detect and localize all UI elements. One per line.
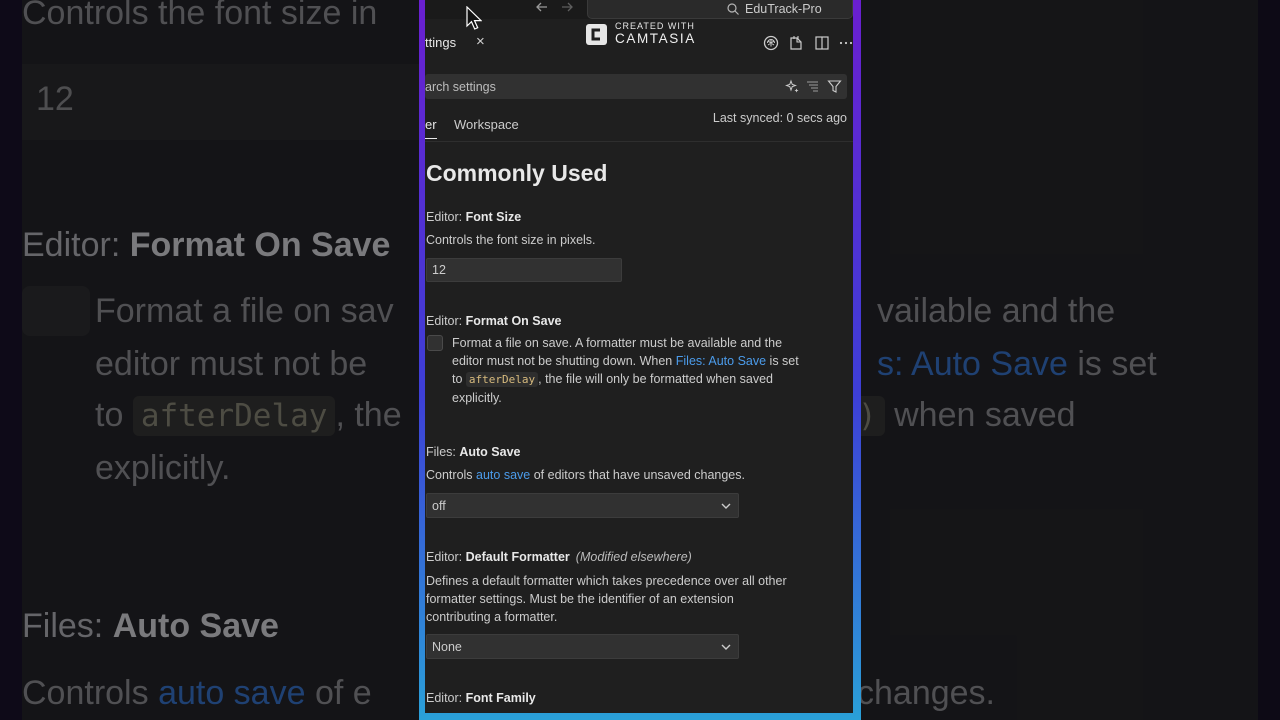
default-formatter-select[interactable]: None xyxy=(426,634,739,659)
title-bar: EduTrack-Pro xyxy=(425,0,853,19)
search-icon xyxy=(727,3,739,15)
close-icon[interactable]: × xyxy=(476,33,485,50)
tab-user[interactable]: er xyxy=(425,117,437,139)
section-title: Commonly Used xyxy=(426,160,608,186)
format-on-save-description: Format a file on save. A formatter must … xyxy=(452,336,799,405)
filter-icon[interactable] xyxy=(827,79,842,94)
chevron-down-icon xyxy=(721,644,731,650)
arrow-left-icon[interactable] xyxy=(535,0,549,18)
after-delay-code: afterDelay xyxy=(465,372,539,387)
search-input[interactable] xyxy=(425,74,775,99)
format-on-save-title: Editor: Format On Save xyxy=(426,314,562,328)
open-json-icon[interactable] xyxy=(787,34,805,52)
files-auto-save-link[interactable]: Files: Auto Save xyxy=(676,354,766,368)
chevron-down-icon xyxy=(721,503,731,509)
command-center[interactable]: EduTrack-Pro xyxy=(587,0,853,19)
font-size-title: Editor: Font Size xyxy=(426,210,522,224)
settings-panel: EduTrack-Pro ttings × CREATED WITH CAMTA… xyxy=(425,0,853,713)
sync-status: Last synced: 0 secs ago xyxy=(712,111,847,125)
sparkle-icon[interactable] xyxy=(785,79,800,94)
auto-save-select[interactable]: off xyxy=(426,493,739,518)
arrow-right-icon[interactable] xyxy=(560,0,574,18)
camtasia-watermark: CREATED WITH CAMTASIA xyxy=(585,20,705,50)
default-formatter-value: None xyxy=(432,640,462,654)
project-name: EduTrack-Pro xyxy=(745,2,822,16)
default-formatter-title: Editor: Default Formatter (Modified elsew… xyxy=(426,550,692,564)
watermark-line1: CREATED WITH xyxy=(615,21,695,31)
watermark-line2: CAMTASIA xyxy=(615,31,696,46)
settings-scope-tabs: er Workspace Last synced: 0 secs ago xyxy=(425,110,853,142)
format-on-save-checkbox[interactable] xyxy=(427,335,443,351)
more-icon[interactable] xyxy=(839,34,853,52)
font-size-input[interactable] xyxy=(426,258,622,282)
mouse-cursor-icon xyxy=(466,6,482,30)
split-editor-icon[interactable] xyxy=(813,34,831,52)
tab-settings[interactable]: ttings xyxy=(425,35,456,50)
auto-save-title: Files: Auto Save xyxy=(426,445,521,459)
default-formatter-description: Defines a default formatter which takes … xyxy=(426,574,787,624)
font-size-description: Controls the font size in pixels. xyxy=(426,233,596,247)
auto-save-link[interactable]: auto save xyxy=(476,468,530,482)
auto-save-description: Controls auto save of editors that have … xyxy=(426,468,745,482)
font-family-title: Editor: Font Family xyxy=(426,691,536,705)
clear-filter-icon[interactable] xyxy=(805,79,820,94)
modified-elsewhere-note[interactable]: (Modified elsewhere) xyxy=(576,550,692,564)
camtasia-logo-icon xyxy=(586,24,607,45)
tab-workspace[interactable]: Workspace xyxy=(454,117,519,132)
copilot-icon[interactable] xyxy=(762,34,780,52)
auto-save-value: off xyxy=(432,499,446,513)
settings-search-box[interactable] xyxy=(425,74,847,99)
